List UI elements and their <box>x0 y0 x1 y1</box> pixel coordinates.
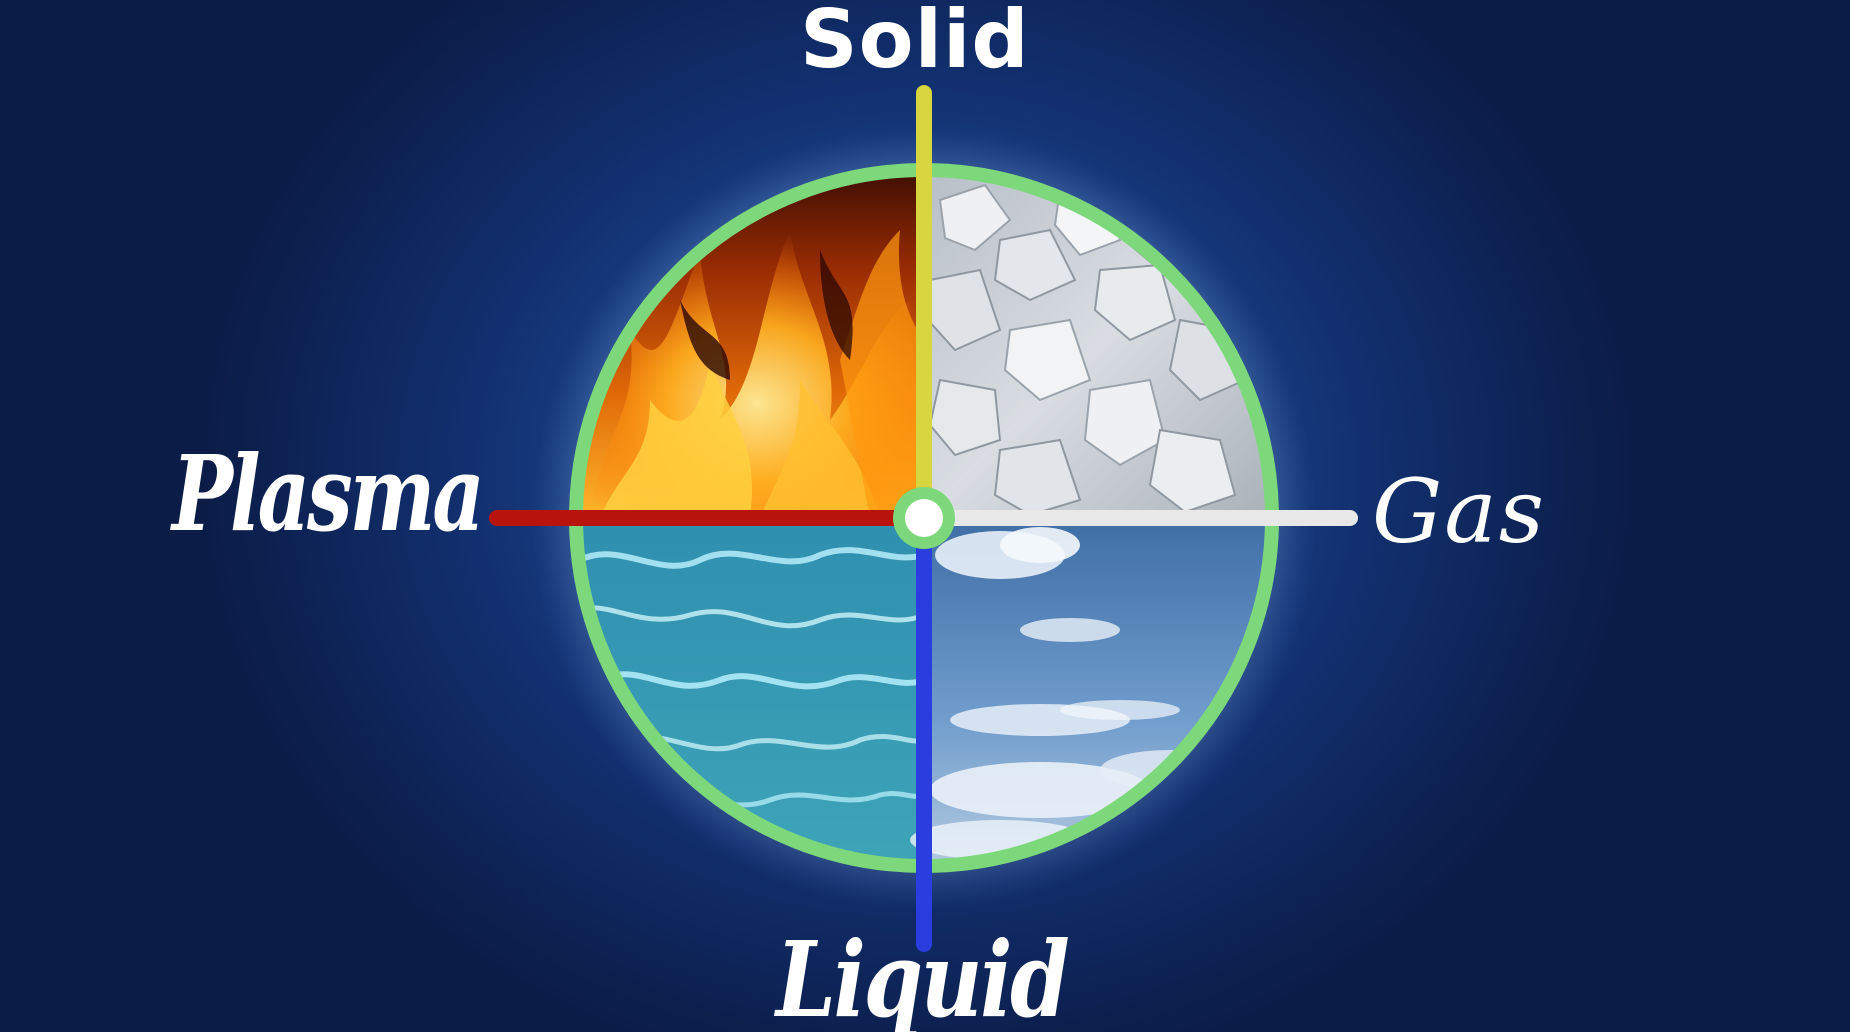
solid-label: Solid <box>800 0 1030 86</box>
gas-label: Gas <box>1372 460 1546 563</box>
liquid-label: Liquid <box>776 918 1070 1032</box>
center-hub <box>905 499 943 537</box>
plasma-label: Plasma <box>172 432 485 555</box>
diagram-stage: Solid Plasma Gas Liquid <box>0 0 1850 1032</box>
